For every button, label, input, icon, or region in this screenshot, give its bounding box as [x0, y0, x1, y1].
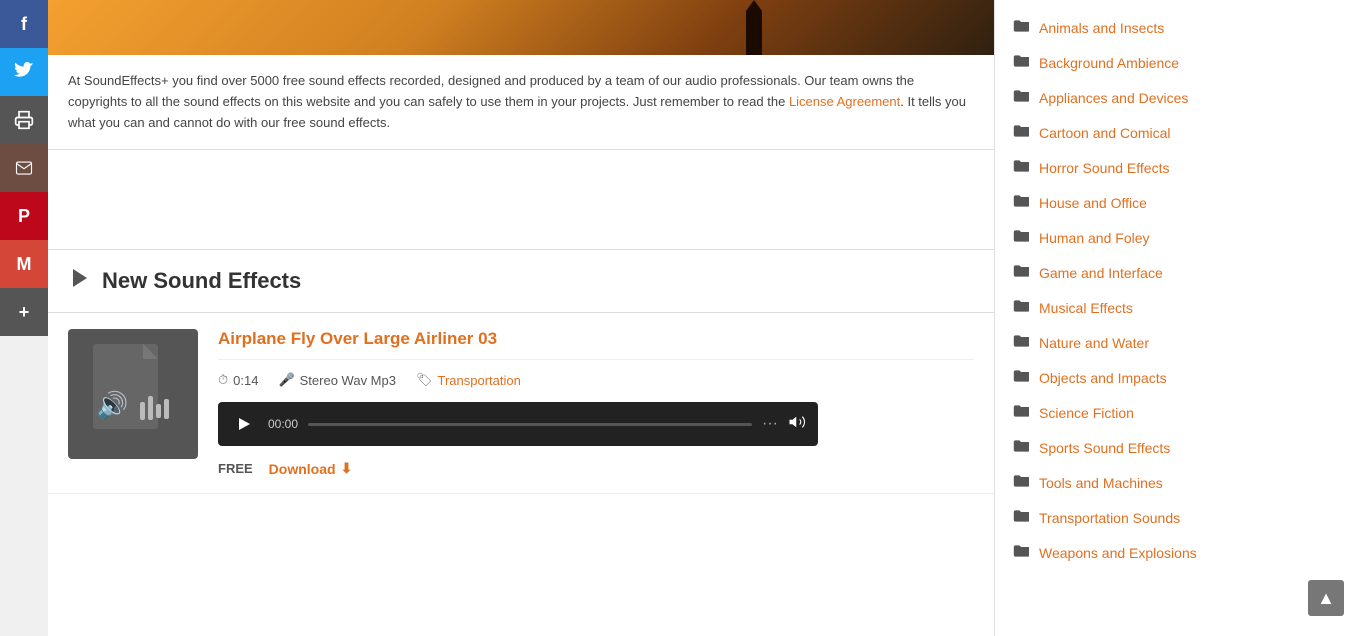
sidebar-item-3[interactable]: Cartoon and Comical	[995, 115, 1364, 150]
tag-icon: 🏷	[416, 372, 433, 388]
social-sidebar: f P M +	[0, 0, 48, 636]
sound-title[interactable]: Airplane Fly Over Large Airliner 03	[218, 329, 974, 360]
description-text1: At SoundEffects+ you find over 5000 free…	[68, 73, 914, 109]
folder-icon	[1013, 229, 1029, 246]
sound-info: Airplane Fly Over Large Airliner 03 ⏱ 0:…	[218, 329, 974, 477]
folder-icon	[1013, 334, 1029, 351]
ad-space	[48, 150, 994, 250]
free-badge: FREE	[218, 461, 253, 476]
sidebar-item-1[interactable]: Background Ambience	[995, 45, 1364, 80]
folder-icon	[1013, 124, 1029, 141]
folder-icon	[1013, 509, 1029, 526]
sidebar-category-link-12[interactable]: Sports Sound Effects	[1039, 440, 1170, 456]
folder-icon	[1013, 299, 1029, 316]
sidebar-item-0[interactable]: Animals and Insects	[995, 10, 1364, 45]
format-value: Stereo Wav Mp3	[300, 373, 396, 388]
sidebar-item-6[interactable]: Human and Foley	[995, 220, 1364, 255]
clock-icon: ⏱	[218, 372, 228, 388]
download-icon: ⬇	[341, 460, 353, 477]
sidebar-category-link-7[interactable]: Game and Interface	[1039, 265, 1163, 281]
sidebar-item-15[interactable]: Weapons and Explosions	[995, 535, 1364, 570]
sidebar-category-link-2[interactable]: Appliances and Devices	[1039, 90, 1188, 106]
sidebar-category-link-3[interactable]: Cartoon and Comical	[1039, 125, 1171, 141]
sound-card: 🔊 Airplane Fly Over Large Airliner 03 ⏱ …	[48, 313, 994, 494]
section-header: New Sound Effects	[48, 250, 994, 313]
sidebar-item-12[interactable]: Sports Sound Effects	[995, 430, 1364, 465]
folder-icon	[1013, 89, 1029, 106]
sidebar-item-11[interactable]: Science Fiction	[995, 395, 1364, 430]
sidebar-item-2[interactable]: Appliances and Devices	[995, 80, 1364, 115]
sidebar-category-link-5[interactable]: House and Office	[1039, 195, 1147, 211]
folder-icon	[1013, 474, 1029, 491]
sidebar-item-4[interactable]: Horror Sound Effects	[995, 150, 1364, 185]
scroll-to-top-button[interactable]: ▲	[1308, 580, 1344, 616]
folder-icon	[1013, 194, 1029, 211]
audio-player: 00:00 ···	[218, 402, 818, 446]
license-link[interactable]: License Agreement	[789, 94, 900, 109]
right-sidebar: Animals and Insects Background Ambience …	[994, 0, 1364, 636]
sidebar-item-14[interactable]: Transportation Sounds	[995, 500, 1364, 535]
time-display: 00:00	[268, 417, 298, 431]
sidebar-category-link-1[interactable]: Background Ambience	[1039, 55, 1179, 71]
duration-meta: ⏱ 0:14	[218, 372, 258, 388]
format-meta: 🎤 Stereo Wav Mp3	[278, 372, 396, 388]
download-row: FREE Download ⬇	[218, 460, 974, 477]
sidebar-category-link-9[interactable]: Nature and Water	[1039, 335, 1149, 351]
sidebar-category-link-10[interactable]: Objects and Impacts	[1039, 370, 1167, 386]
sound-thumbnail: 🔊	[68, 329, 198, 459]
more-button[interactable]: +	[0, 288, 48, 336]
more-options-button[interactable]: ···	[762, 415, 778, 433]
download-link[interactable]: Download ⬇	[269, 460, 353, 477]
tag-link[interactable]: Transportation	[438, 373, 521, 388]
section-icon	[68, 266, 92, 296]
sidebar-category-link-15[interactable]: Weapons and Explosions	[1039, 545, 1197, 561]
sidebar-category-link-14[interactable]: Transportation Sounds	[1039, 510, 1180, 526]
sidebar-category-link-11[interactable]: Science Fiction	[1039, 405, 1134, 421]
sidebar-item-7[interactable]: Game and Interface	[995, 255, 1364, 290]
folder-icon	[1013, 19, 1029, 36]
svg-text:🔊: 🔊	[96, 389, 128, 421]
volume-button[interactable]	[788, 413, 806, 436]
section-title: New Sound Effects	[102, 268, 301, 294]
download-label: Download	[269, 461, 336, 477]
sidebar-category-link-6[interactable]: Human and Foley	[1039, 230, 1150, 246]
email-button[interactable]	[0, 144, 48, 192]
mic-icon: 🎤	[278, 372, 294, 388]
hero-image	[48, 0, 994, 55]
facebook-button[interactable]: f	[0, 0, 48, 48]
content-area: At SoundEffects+ you find over 5000 free…	[48, 0, 994, 636]
folder-icon	[1013, 404, 1029, 421]
progress-bar[interactable]	[308, 423, 752, 426]
folder-icon	[1013, 544, 1029, 561]
gmail-button[interactable]: M	[0, 240, 48, 288]
sidebar-category-link-8[interactable]: Musical Effects	[1039, 300, 1133, 316]
duration-value: 0:14	[233, 373, 258, 388]
folder-icon	[1013, 439, 1029, 456]
folder-icon	[1013, 264, 1029, 281]
sidebar-item-8[interactable]: Musical Effects	[995, 290, 1364, 325]
tag-meta: 🏷 Transportation	[416, 372, 521, 388]
sidebar-item-10[interactable]: Objects and Impacts	[995, 360, 1364, 395]
sidebar-item-5[interactable]: House and Office	[995, 185, 1364, 220]
twitter-button[interactable]	[0, 48, 48, 96]
sidebar-item-9[interactable]: Nature and Water	[995, 325, 1364, 360]
folder-icon	[1013, 159, 1029, 176]
folder-icon	[1013, 369, 1029, 386]
description-block: At SoundEffects+ you find over 5000 free…	[48, 55, 994, 150]
sidebar-category-link-4[interactable]: Horror Sound Effects	[1039, 160, 1169, 176]
folder-icon	[1013, 54, 1029, 71]
play-button[interactable]	[230, 410, 258, 438]
sidebar-item-13[interactable]: Tools and Machines	[995, 465, 1364, 500]
sound-meta: ⏱ 0:14 🎤 Stereo Wav Mp3 🏷 Transportation	[218, 372, 974, 388]
sidebar-category-link-13[interactable]: Tools and Machines	[1039, 475, 1163, 491]
print-button[interactable]	[0, 96, 48, 144]
sidebar-category-link-0[interactable]: Animals and Insects	[1039, 20, 1164, 36]
pinterest-button[interactable]: P	[0, 192, 48, 240]
